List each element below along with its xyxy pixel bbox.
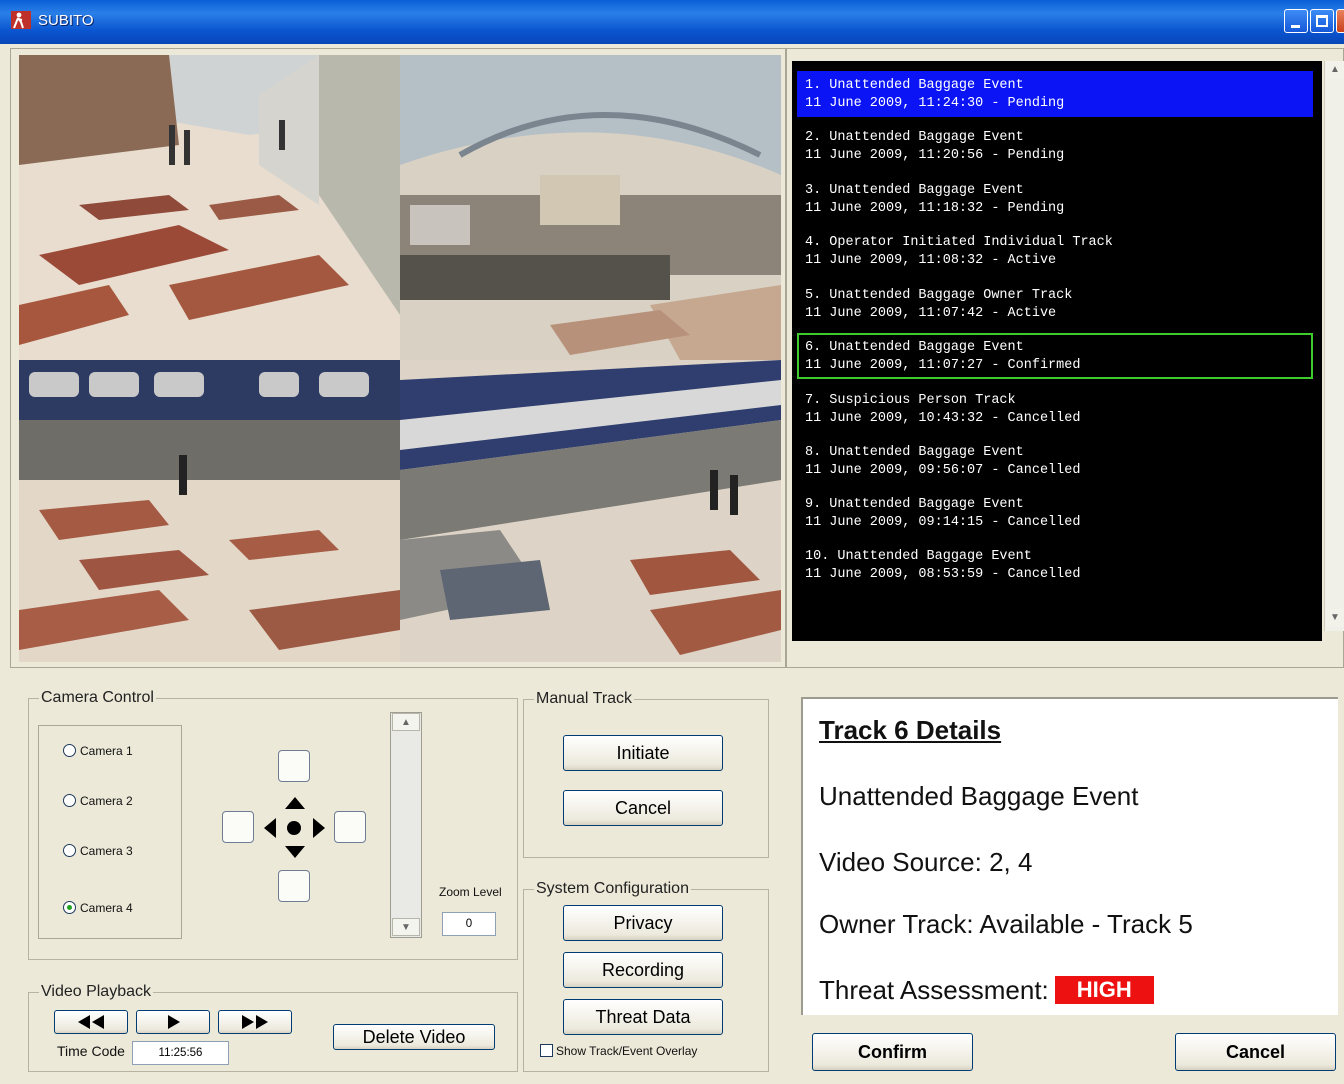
camera-4-radio[interactable]: Camera 4 <box>63 901 133 915</box>
fast-forward-button[interactable] <box>218 1010 292 1034</box>
zoom-out-icon[interactable]: ▼ <box>392 918 420 936</box>
privacy-button[interactable]: Privacy <box>563 905 723 941</box>
event-item[interactable]: 4. Operator Initiated Individual Track 1… <box>797 228 1313 274</box>
cancel-button[interactable]: Cancel <box>1175 1033 1336 1071</box>
event-item[interactable]: 7. Suspicious Person Track 11 June 2009,… <box>797 386 1313 432</box>
event-item[interactable]: 6. Unattended Baggage Event 11 June 2009… <box>797 333 1313 379</box>
threat-data-button[interactable]: Threat Data <box>563 999 723 1035</box>
overlay-checkbox[interactable]: Show Track/Event Overlay <box>540 1044 697 1058</box>
confirm-button[interactable]: Confirm <box>812 1033 973 1071</box>
event-item[interactable]: 3. Unattended Baggage Event 11 June 2009… <box>797 176 1313 222</box>
camera-1-radio[interactable]: Camera 1 <box>63 744 133 758</box>
zoom-in-icon[interactable]: ▲ <box>392 713 420 731</box>
window-title: SUBITO <box>38 12 94 29</box>
tilt-up-button[interactable] <box>278 750 310 782</box>
scroll-down-icon[interactable]: ▼ <box>1326 609 1344 627</box>
event-type: Unattended Baggage Event <box>819 781 1139 811</box>
pan-right-button[interactable] <box>334 811 366 843</box>
arrow-down-icon[interactable] <box>285 846 305 858</box>
event-item[interactable]: 9. Unattended Baggage Event 11 June 2009… <box>797 490 1313 536</box>
rewind-button[interactable] <box>54 1010 128 1034</box>
details-title: Track 6 Details <box>819 715 1002 745</box>
threat-label: Threat Assessment: <box>819 975 1049 1005</box>
rewind-icon <box>78 1015 104 1029</box>
fast-forward-icon <box>242 1015 268 1029</box>
time-code-label: Time Code <box>57 1043 125 1059</box>
time-code-field[interactable]: 11:25:56 <box>132 1041 229 1065</box>
video-playback-title: Video Playback <box>39 983 153 1001</box>
arrow-up-icon[interactable] <box>285 797 305 809</box>
video-source: Video Source: 2, 4 <box>819 847 1033 877</box>
center-dot-icon[interactable] <box>287 821 301 835</box>
arrow-left-icon[interactable] <box>264 818 276 838</box>
event-item[interactable]: 10. Unattended Baggage Event 11 June 200… <box>797 542 1313 588</box>
initiate-track-button[interactable]: Initiate <box>563 735 723 771</box>
minimize-button[interactable] <box>1284 9 1308 33</box>
title-bar[interactable]: SUBITO <box>0 0 1344 44</box>
scroll-up-icon[interactable]: ▲ <box>1326 61 1344 79</box>
play-button[interactable] <box>136 1010 210 1034</box>
camera-2-feed[interactable] <box>400 55 781 360</box>
pan-left-button[interactable] <box>222 811 254 843</box>
system-config-title: System Configuration <box>534 880 691 898</box>
event-item[interactable]: 8. Unattended Baggage Event 11 June 2009… <box>797 438 1313 484</box>
event-item[interactable]: 2. Unattended Baggage Event 11 June 2009… <box>797 123 1313 169</box>
cancel-track-button[interactable]: Cancel <box>563 790 723 826</box>
person-walking-icon <box>11 11 31 29</box>
video-panel <box>10 48 786 668</box>
threat-level-badge: HIGH <box>1054 976 1154 1004</box>
event-item[interactable]: 5. Unattended Baggage Owner Track 11 Jun… <box>797 281 1313 327</box>
camera-selector: Camera 1 Camera 2 Camera 3 Camera 4 <box>38 725 182 939</box>
zoom-slider[interactable]: ▲ ▼ <box>390 712 422 938</box>
close-button[interactable] <box>1336 9 1344 33</box>
camera-control-title: Camera Control <box>39 689 156 707</box>
event-list[interactable]: 1. Unattended Baggage Event 11 June 2009… <box>792 61 1322 641</box>
manual-track-group: Manual Track <box>523 690 769 858</box>
zoom-level-label: Zoom Level <box>439 885 502 899</box>
event-item[interactable]: 1. Unattended Baggage Event 11 June 2009… <box>797 71 1313 117</box>
camera-2-radio[interactable]: Camera 2 <box>63 794 133 808</box>
delete-video-button[interactable]: Delete Video <box>333 1024 495 1050</box>
tilt-down-button[interactable] <box>278 870 310 902</box>
camera-3-feed[interactable] <box>19 360 400 662</box>
camera-grid <box>19 55 781 662</box>
maximize-button[interactable] <box>1310 9 1334 33</box>
track-details-panel: Track 6 Details Unattended Baggage Event… <box>801 697 1338 1015</box>
camera-3-radio[interactable]: Camera 3 <box>63 844 133 858</box>
arrow-right-icon[interactable] <box>313 818 325 838</box>
threat-assessment: Threat Assessment: HIGH <box>819 975 1154 1006</box>
zoom-level-field[interactable]: 0 <box>442 912 496 936</box>
camera-4-feed[interactable] <box>400 360 781 662</box>
events-panel: 1. Unattended Baggage Event 11 June 2009… <box>786 48 1344 668</box>
recording-button[interactable]: Recording <box>563 952 723 988</box>
play-icon <box>168 1015 180 1029</box>
manual-track-title: Manual Track <box>534 690 635 708</box>
owner-track: Owner Track: Available - Track 5 <box>819 909 1193 939</box>
camera-1-feed[interactable] <box>19 55 400 360</box>
event-list-scrollbar[interactable]: ▲ ▼ <box>1324 61 1344 631</box>
